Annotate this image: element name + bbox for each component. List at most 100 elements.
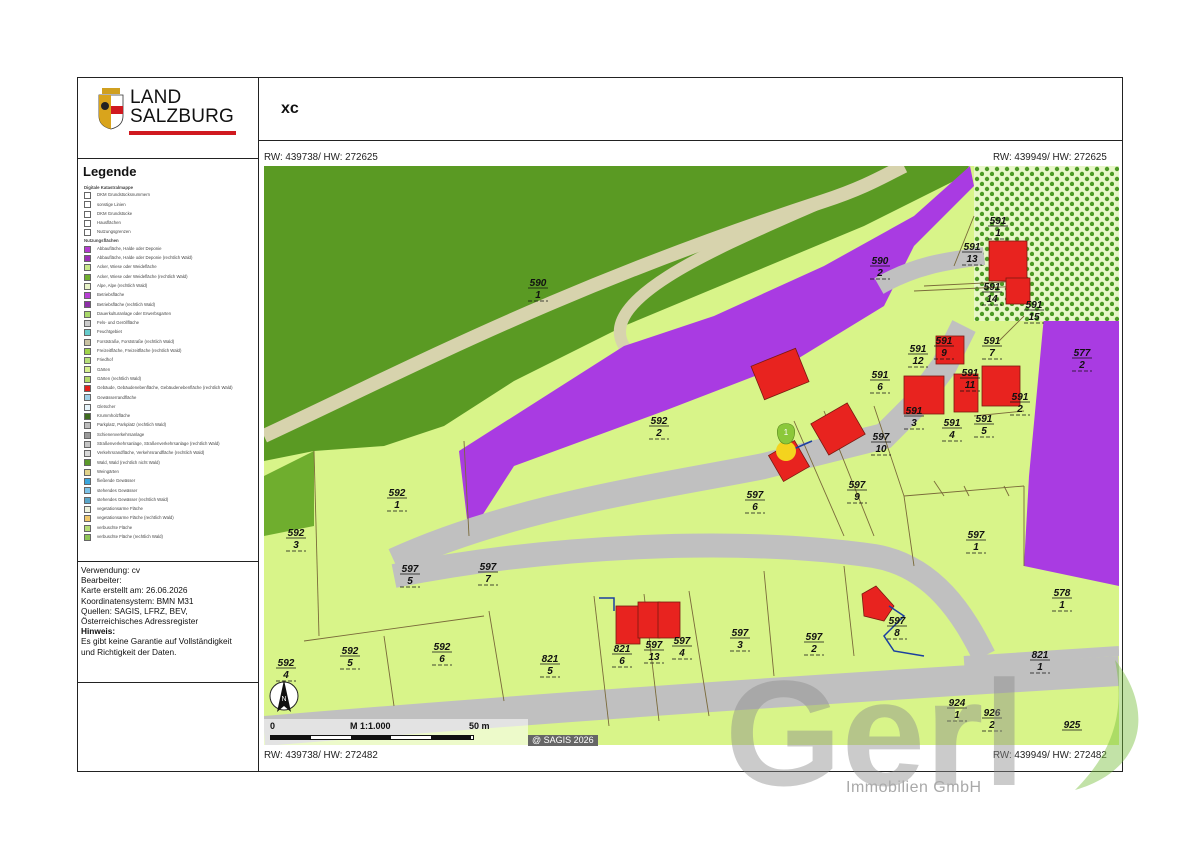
parcel-number: 577	[1074, 348, 1091, 359]
parcel-subnumber: 13	[966, 254, 978, 265]
legend-label: fließende Gewässer	[97, 478, 136, 484]
divider	[77, 561, 258, 562]
logo-line2: SALZBURG	[130, 106, 235, 127]
legend-item: Weingärten	[84, 468, 254, 477]
legend-item: vegetationsarme Fläche	[84, 505, 254, 514]
legend-swatch	[84, 220, 91, 228]
legend-item: Schienenverkehrsanlage	[84, 430, 254, 439]
legend-swatch	[84, 533, 91, 541]
parcel-number: 591	[1026, 300, 1043, 311]
legend-label: sonstige Linien	[97, 201, 126, 207]
legend-label: Dauerkulturanlage oder Erwerbsgarten	[97, 310, 172, 316]
coord-top-right: RW: 439949/ HW: 272625	[993, 152, 1107, 163]
legend-label: Forststraße, Forststraße (rechtlich Wald…	[97, 338, 175, 344]
legend-swatch	[84, 201, 91, 209]
parcel-subnumber: 6	[619, 656, 625, 667]
legend-label: Gärten (rechtlich Wald)	[97, 375, 142, 381]
legend-item: Betriebsfläche (rechtlich Wald)	[84, 300, 254, 309]
logo-underline	[129, 131, 236, 135]
legend-item: Wald, Wald (rechtlich nicht Wald)	[84, 458, 254, 467]
legend-item: Dauerkulturanlage oder Erwerbsgarten	[84, 310, 254, 319]
legend-label: Gletscher	[97, 403, 116, 409]
parcel-number: 591	[944, 418, 961, 429]
parcel-subnumber: 1	[973, 542, 979, 553]
legend-label: Betriebsfläche (rechtlich Wald)	[97, 301, 156, 307]
watermark-brand: Gerl	[725, 650, 1025, 800]
legend-swatch	[84, 505, 91, 513]
parcel-number: 592	[434, 642, 451, 653]
legend-item: DKM Grundstücksnummern	[84, 191, 254, 200]
parcel-subnumber: 5	[347, 658, 353, 669]
legend-label: Gebäude, Gebäudenebenfläche, Gebäudenebe…	[97, 385, 233, 391]
sources-text-2: Österreichisches Adressregister	[81, 616, 199, 627]
legend-label: Gewässerrandfläche	[97, 394, 137, 400]
parcel-subnumber: 7	[989, 348, 995, 359]
legend-swatch	[84, 210, 91, 218]
parcel-subnumber: 1	[995, 228, 1001, 239]
legend-swatch	[84, 403, 91, 411]
parcel-subnumber: 6	[877, 382, 883, 393]
legend-item: Feuchtgebiet	[84, 328, 254, 337]
parcel-subnumber: 14	[986, 294, 998, 305]
legend-swatch	[84, 282, 91, 290]
parcel-subnumber: 6	[752, 502, 758, 513]
coord-top-left: RW: 439738/ HW: 272625	[264, 152, 378, 163]
parcel-number: 591	[906, 406, 923, 417]
parcel-subnumber: 4	[282, 670, 289, 681]
legend-swatch	[84, 412, 91, 420]
parcel-subnumber: 2	[655, 428, 662, 439]
legend-title: Legende	[83, 164, 137, 179]
parcel-number: 597	[968, 530, 985, 541]
parcel-number: 597	[889, 616, 906, 627]
legend-label: verbuschte Fläche (rechtlich Wald)	[97, 533, 163, 539]
usage-text: Verwendung: cv	[81, 565, 141, 575]
legend-swatch	[84, 468, 91, 476]
parcel-subnumber: 15	[1028, 312, 1040, 323]
parcel-subnumber: 12	[912, 356, 924, 367]
parcel-number: 821	[614, 644, 631, 655]
legend-label: Friedhof	[97, 357, 113, 363]
legend-swatch	[84, 320, 91, 327]
parcel-number: 597	[732, 628, 749, 639]
legend-label: Verkehrsrandfläche, Verkehrsrandfläche (…	[97, 450, 205, 456]
legend-group-heading: Digitale Katastralmappe	[84, 185, 133, 190]
legend-swatch	[84, 440, 91, 448]
logo-line1: LAND	[130, 87, 182, 108]
parcel-number: 597	[849, 480, 866, 491]
legend-item: Alpe, Alpe (rechtlich Wald)	[84, 282, 254, 291]
legend-item: Verkehrsrandfläche, Verkehrsrandfläche (…	[84, 449, 254, 458]
legend-swatch	[84, 515, 91, 523]
legend-label: Alpe, Alpe (rechtlich Wald)	[97, 282, 148, 288]
parcel-number: 591	[910, 344, 927, 355]
legend-item: Abbaufläche, Halde oder Deponie (rechtli…	[84, 254, 254, 263]
editor-text: Bearbeiter:	[81, 575, 122, 586]
parcel-number: 597	[873, 432, 890, 443]
parcel-number: 590	[872, 256, 889, 267]
note-line-1: Es gibt keine Garantie auf Vollständigke…	[81, 636, 232, 647]
legend-item: DKM Grundstücke	[84, 210, 254, 219]
legend-label: Feuchtgebiet	[97, 329, 122, 335]
parcel-number: 592	[651, 416, 668, 427]
north-label: N	[281, 696, 286, 703]
legend-item: Gewässerrandfläche	[84, 393, 254, 402]
legend-swatch	[84, 385, 91, 393]
legend-item: Freizeitfläche, Freizeitfläche (rechtlic…	[84, 347, 254, 356]
legend-item: Friedhof	[84, 356, 254, 365]
legend-label: Gärten	[97, 366, 111, 372]
legend-item: Parkplatz, Parkplatz (rechtlich Wald)	[84, 421, 254, 430]
parcel-number: 591	[962, 368, 979, 379]
legend-swatch	[84, 357, 91, 365]
legend-item: Acker, Wiese oder Weidefläche (rechtlich…	[84, 272, 254, 281]
legend-label: stehendes Gewässer (rechtlich Wald)	[97, 496, 169, 502]
legend-label: DKM Grundstücksnummern	[97, 192, 151, 198]
scale-bar: 0 M 1:1.000 50 m	[264, 719, 528, 745]
parcel-number: 592	[278, 658, 295, 669]
parcel-subnumber: 3	[911, 418, 917, 429]
legend-list: Digitale Katastralmappe DKM Grundstücksnu…	[84, 184, 254, 542]
legend-label: Acker, Wiese oder Weidefläche (rechtlich…	[97, 273, 188, 279]
created-text: Karte erstellt am: 26.06.2026	[81, 585, 188, 596]
coord-bottom-left: RW: 439738/ HW: 272482	[264, 750, 378, 761]
legend-swatch	[84, 338, 91, 346]
legend-item: Gärten	[84, 365, 254, 374]
legend-swatch	[84, 459, 91, 467]
